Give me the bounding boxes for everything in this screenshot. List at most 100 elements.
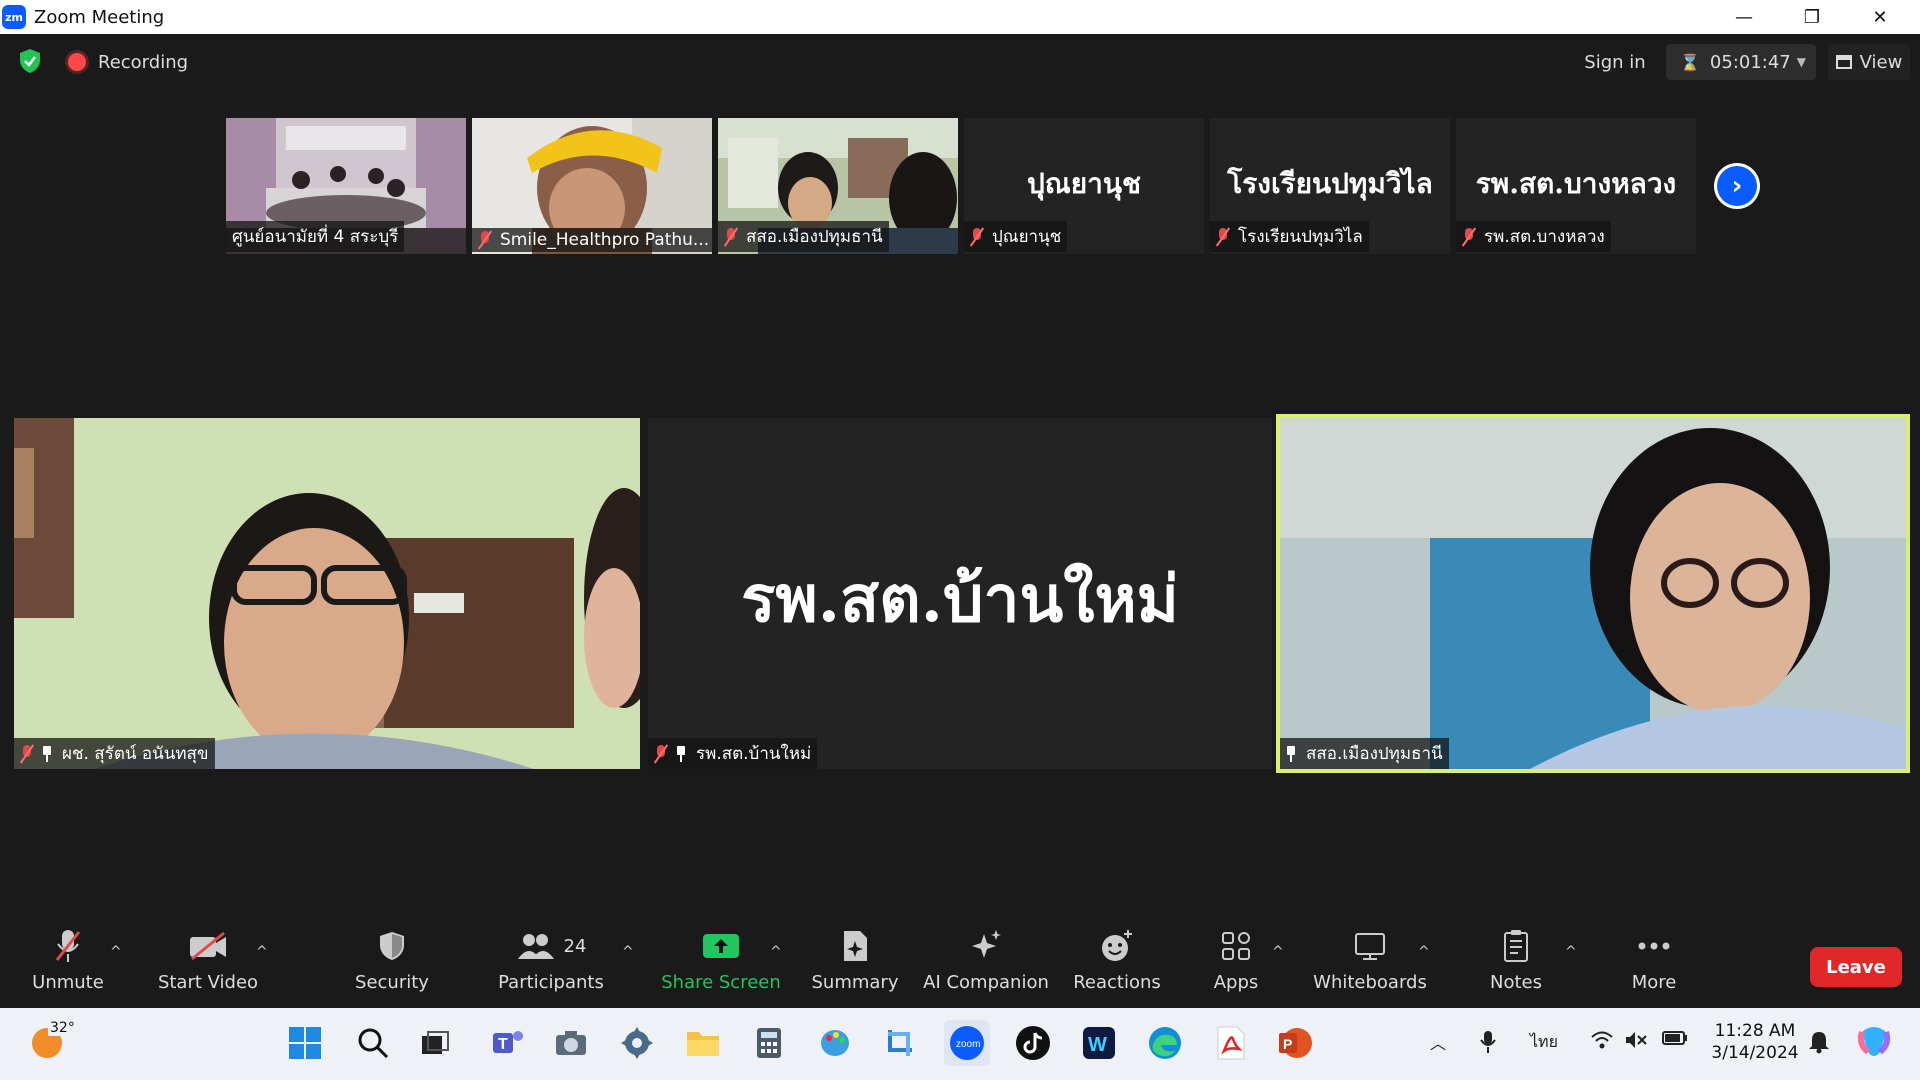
camera-app-icon[interactable] (548, 1020, 594, 1066)
more-dots-icon (1637, 926, 1671, 966)
video-feed (1280, 418, 1906, 769)
paint-icon[interactable] (812, 1020, 858, 1066)
apps-button[interactable]: Apps (1196, 926, 1276, 1004)
meeting-timer[interactable]: ⌛ 05:01:47 ▼ (1666, 44, 1816, 80)
reactions-button[interactable]: Reactions (1072, 926, 1162, 1004)
recording-label[interactable]: Recording (98, 52, 188, 73)
participant-display-name: รพ.สต.บ้านใหม่ (741, 562, 1179, 637)
ai-companion-button[interactable]: AI Companion (923, 926, 1049, 1004)
window-title: Zoom Meeting (34, 6, 165, 28)
share-screen-label: Share Screen (661, 972, 781, 993)
participant-name-tag: รพ.สต.บ้านใหม่ (648, 738, 818, 769)
participants-button[interactable]: 24 Participants (496, 926, 606, 1004)
summary-button[interactable]: Summary (810, 926, 900, 1004)
timer-value: 05:01:47 (1709, 51, 1791, 73)
edge-browser-icon[interactable] (1142, 1020, 1188, 1066)
teams-icon[interactable]: T (484, 1020, 530, 1066)
temperature: 32° (48, 1020, 77, 1036)
mic-off-icon (1462, 227, 1476, 246)
input-language[interactable]: ไทย (1530, 1030, 1558, 1055)
participant-thumbnail[interactable]: ปุณยานุช ปุณยานุช (964, 118, 1204, 254)
restore-button[interactable]: ❐ (1778, 0, 1846, 34)
share-screen-icon (701, 926, 741, 966)
view-button[interactable]: View (1828, 44, 1910, 80)
wifi-icon[interactable] (1590, 1030, 1614, 1054)
notes-options-caret[interactable]: ^ (1565, 944, 1577, 960)
security-button[interactable]: Security (352, 926, 432, 1004)
sign-in-button[interactable]: Sign in (1580, 44, 1650, 80)
whiteboards-label: Whiteboards (1313, 972, 1427, 993)
participant-thumbnail[interactable]: โรงเรียนปทุมวิไล โรงเรียนปทุมวิไล (1210, 118, 1450, 254)
whiteboard-icon (1353, 926, 1387, 966)
encryption-shield-icon[interactable] (18, 48, 42, 74)
participant-name-tag: รพ.สต.บางหลวง (1456, 221, 1611, 252)
windows-start-icon[interactable] (282, 1020, 328, 1066)
participant-name: รพ.สต.บางหลวง (1484, 227, 1605, 247)
apps-options-caret[interactable]: ^ (1272, 944, 1284, 960)
participant-name: ศูนย์อนามัยที่ 4 สระบุรี (232, 227, 399, 247)
participant-display-name: รพ.สต.บางหลวง (1475, 167, 1677, 200)
more-button[interactable]: More (1614, 926, 1694, 1004)
snipping-tool-icon[interactable] (878, 1020, 924, 1066)
audio-options-caret[interactable]: ^ (110, 944, 122, 960)
file-explorer-icon[interactable] (680, 1020, 726, 1066)
apps-label: Apps (1213, 972, 1259, 993)
microphone-icon[interactable] (1480, 1030, 1496, 1058)
participant-name: สสอ.เมืองปทุมธานี (1306, 744, 1443, 764)
participants-icon-group: 24 (516, 926, 587, 966)
video-off-icon (188, 926, 228, 966)
share-screen-button[interactable]: Share Screen (661, 926, 781, 1004)
next-page-button[interactable]: › (1714, 163, 1760, 209)
search-icon[interactable] (350, 1020, 396, 1066)
task-view-icon[interactable] (412, 1020, 458, 1066)
copilot-icon[interactable] (1854, 1022, 1894, 1066)
close-button[interactable]: ✕ (1846, 0, 1914, 34)
participant-thumbnail[interactable]: สสอ.เมืองปทุมธานี (718, 118, 958, 254)
notes-icon (1502, 926, 1530, 966)
zoom-app-label: zoom (956, 1039, 980, 1050)
participant-thumbnail[interactable]: ศูนย์อนามัยที่ 4 สระบุรี (226, 118, 466, 254)
clock-date: 3/14/2024 (1711, 1043, 1799, 1063)
mic-off-icon (970, 227, 984, 246)
speaker-muted-icon[interactable] (1624, 1030, 1648, 1054)
video-tile[interactable]: รพ.สต.บ้านใหม่ รพ.สต.บ้านใหม่ (648, 418, 1272, 769)
minimize-button[interactable]: — (1710, 0, 1778, 34)
notification-bell-icon[interactable] (1808, 1030, 1830, 1058)
system-clock[interactable]: 11:28 AM 3/14/2024 (1700, 1020, 1810, 1064)
settings-gear-icon[interactable] (614, 1020, 660, 1066)
whiteboards-options-caret[interactable]: ^ (1418, 944, 1430, 960)
zoom-app-icon[interactable]: zoom (944, 1020, 990, 1066)
participant-name: โรงเรียนปทุมวิไล (1238, 227, 1363, 247)
video-tile[interactable]: ผช. สุรัตน์ อนันทสุข (14, 418, 640, 769)
chevron-up-icon[interactable]: ︿ (1430, 1030, 1446, 1054)
hourglass-icon: ⌛ (1680, 52, 1700, 72)
ai-companion-label: AI Companion (923, 972, 1049, 993)
whiteboards-button[interactable]: Whiteboards (1310, 926, 1430, 1004)
participant-name-tag: ปุณยานุช (964, 221, 1068, 252)
battery-icon[interactable] (1662, 1030, 1688, 1050)
powerpoint-icon[interactable]: P (1272, 1020, 1318, 1066)
video-options-caret[interactable]: ^ (256, 944, 268, 960)
active-speaker-tile[interactable]: สสอ.เมืองปทุมธานี (1276, 414, 1910, 773)
leave-button[interactable]: Leave (1810, 947, 1902, 987)
pdf-reader-icon[interactable] (1208, 1020, 1254, 1066)
participants-count: 24 (563, 935, 587, 957)
recording-icon (68, 53, 86, 71)
calculator-icon[interactable] (746, 1020, 792, 1066)
mic-off-icon (724, 227, 738, 246)
start-video-button[interactable]: Start Video (158, 926, 258, 1004)
unmute-label: Unmute (32, 972, 104, 993)
mic-off-icon (53, 926, 83, 966)
notes-button[interactable]: Notes (1476, 926, 1556, 1004)
participant-thumbnail[interactable]: Smile_Healthpro Pathu... (472, 118, 712, 254)
webex-icon[interactable]: W (1076, 1020, 1122, 1066)
grid-view-icon (1835, 55, 1852, 69)
title-bar: zm Zoom Meeting — ❐ ✕ (0, 0, 1920, 34)
participants-options-caret[interactable]: ^ (622, 944, 634, 960)
participant-thumbnail[interactable]: รพ.สต.บางหลวง รพ.สต.บางหลวง (1456, 118, 1696, 254)
share-options-caret[interactable]: ^ (770, 944, 782, 960)
clock-time: 11:28 AM (1714, 1021, 1796, 1041)
participant-name: Smile_Healthpro Pathu... (500, 230, 710, 250)
unmute-button[interactable]: Unmute (28, 926, 108, 1004)
tiktok-icon[interactable] (1010, 1020, 1056, 1066)
